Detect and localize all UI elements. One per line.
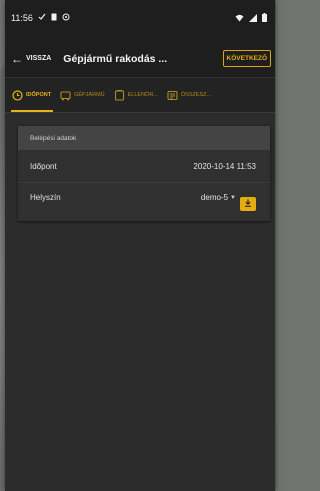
checklist-icon: [114, 89, 125, 101]
entry-data-card: Belépési adatok Időpont 2020-10-14 11:53…: [18, 126, 270, 221]
back-button[interactable]: ← VISSZA: [11, 52, 51, 66]
app-bar: ← VISSZA Gépjármű rakodás ... KÖVETKEZŐ: [5, 40, 275, 78]
location-select[interactable]: demo-5 ▼: [201, 193, 236, 202]
tab-ellenorzes[interactable]: ELLENŐR...: [110, 78, 163, 112]
time-label: Időpont: [30, 161, 57, 171]
card-header: Belépési adatok: [18, 126, 270, 150]
tab-label: IDŐPONT: [26, 92, 52, 98]
page-title: Gépjármű rakodás ...: [63, 52, 168, 65]
tab-idopont[interactable]: IDŐPONT: [8, 78, 56, 112]
clock-icon: [12, 89, 23, 101]
status-bar: 11:56: [5, 0, 275, 40]
next-button[interactable]: KÖVETKEZŐ: [222, 50, 271, 67]
summary-icon: [167, 90, 178, 101]
download-icon: [244, 199, 252, 209]
location-row: Helyszín demo-5 ▼: [18, 183, 270, 221]
status-time: 11:56: [11, 13, 33, 23]
tab-label: GÉPJÁRMŰ: [74, 92, 105, 98]
arrow-left-icon: ←: [11, 51, 23, 66]
data-saver-icon: [62, 13, 70, 23]
wifi-icon: [235, 14, 244, 24]
tab-gepjarmu[interactable]: GÉPJÁRMŰ: [56, 78, 110, 112]
main-content: Belépési adatok Időpont 2020-10-14 11:53…: [5, 113, 275, 491]
tab-osszesites[interactable]: ÖSSZESZ...: [163, 78, 216, 112]
location-controls: demo-5 ▼: [201, 193, 256, 211]
status-left: 11:56: [11, 13, 70, 23]
chevron-down-icon: ▼: [230, 194, 236, 201]
status-right: [235, 13, 267, 24]
signal-icon: [249, 13, 257, 24]
location-label: Helyszín: [30, 193, 61, 202]
battery-icon: [262, 13, 267, 24]
app-window: 11:56 ← VISSZA Gépjármű rakodás ... KÖVE…: [5, 0, 275, 491]
time-row: Időpont 2020-10-14 11:53: [18, 150, 270, 183]
tab-label: ÖSSZESZ...: [180, 92, 212, 98]
back-label: VISSZA: [26, 55, 52, 62]
tab-label: ELLENŐR...: [127, 92, 158, 98]
time-value[interactable]: 2020-10-14 11:53: [193, 162, 256, 171]
sim-card-icon: [51, 13, 57, 23]
truck-icon: [60, 90, 71, 101]
location-value: demo-5: [200, 193, 229, 202]
download-button[interactable]: [240, 197, 256, 211]
check-icon: [38, 13, 46, 23]
tab-bar: IDŐPONT GÉPJÁRMŰ ELLENŐR... ÖSSZESZ...: [5, 78, 275, 113]
